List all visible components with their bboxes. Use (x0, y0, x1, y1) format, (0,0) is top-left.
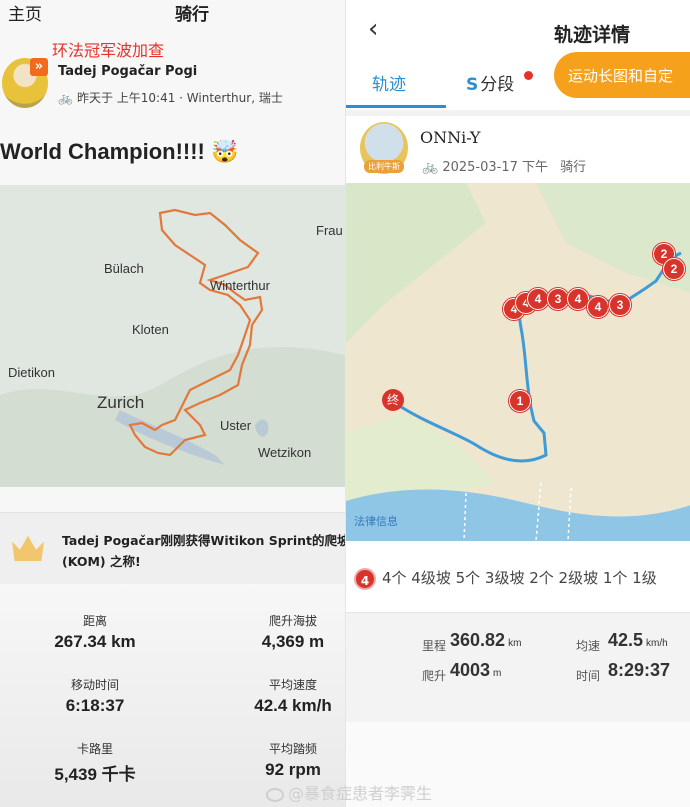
kom-text-line1: Tadej Pogačar刚刚获得Witikon Sprint的爬坡 (62, 533, 345, 548)
stat-value-avg-speed: 42.5 km/h (608, 630, 668, 651)
stat-label-time: 时间 (576, 669, 601, 683)
strava-chevron-icon: » (30, 58, 48, 76)
watermark-text: @暴食症患者李霁生 (288, 784, 433, 803)
track-map[interactable]: 终 法律信息 1444344322 (346, 183, 690, 541)
stat-value-cadence: 92 rpm (265, 760, 321, 779)
stat-value-climb: 4003 m (450, 660, 501, 681)
stat-label-calories: 卡路里 (76, 742, 113, 756)
stat-label-moving-time: 移动时间 (70, 678, 119, 692)
stat-label-climb: 爬升 (422, 669, 447, 683)
tab-underline (346, 105, 446, 108)
activity-meta: 🚲 昨天于 上午10:41 · Winterthur, 瑞士 (58, 89, 283, 106)
tab-track[interactable]: 轨迹 (372, 70, 406, 95)
tab-segments-label: 分段 (480, 75, 515, 95)
ride-type: 骑行 (560, 160, 587, 175)
avatar[interactable]: 比利牛斯 (360, 122, 408, 174)
tab-segments[interactable]: S 分段 (466, 70, 514, 95)
mileage-unit: km (508, 638, 522, 649)
climb-number: 4003 (450, 660, 491, 680)
page-title: 轨迹详情 (554, 24, 631, 46)
track-stats: 里程 360.82 km 均速 42.5 km/h 爬升 4003 m 时间 8:29… (346, 612, 690, 722)
climb-marker[interactable]: 1 (509, 390, 531, 412)
athlete-name[interactable]: Tadej Pogačar Pogi (58, 64, 197, 79)
activity-meta-text: 昨天于 上午10:41 · Winterthur, 瑞士 (76, 91, 283, 105)
avatar-badge: 比利牛斯 (364, 160, 404, 173)
stat-label-mileage: 里程 (422, 639, 447, 653)
divider (346, 110, 690, 116)
climb-marker[interactable]: 3 (609, 294, 631, 316)
headline-overlay: 环法冠军波加查 (52, 41, 165, 60)
stat-label-distance: 距离 (82, 614, 107, 628)
home-tab[interactable]: 主页 (8, 0, 42, 25)
stat-label-elevation: 爬升海拔 (268, 614, 317, 628)
bike-icon: 🚲 (58, 91, 73, 105)
map-label-bulach: Bülach (104, 261, 144, 276)
stat-label-avg-speed: 平均速度 (268, 678, 317, 692)
climb-summary: 4 4个 4级坡 5个 3级坡 2个 2级坡 1个 1级 (354, 567, 657, 590)
stat-value-distance: 267.34 km (54, 632, 136, 651)
left-header: 主页 骑行 (0, 0, 345, 26)
climb-marker[interactable]: 4 (527, 288, 549, 310)
map-label-wetzikon: Wetzikon (258, 445, 312, 460)
stat-value-moving-time: 6:18:37 (65, 696, 125, 715)
map-label-zurich: Zurich (97, 393, 145, 412)
map-label-uster: Uster (220, 418, 252, 433)
ride-meta: 🚲 2025-03-17 下午 骑行 (422, 156, 586, 175)
mileage-number: 360.82 (450, 630, 506, 650)
climb-summary-text: 4个 4级坡 5个 3级坡 2个 2级坡 1个 1级 (382, 569, 657, 587)
stat-value-elevation: 4,369 m (261, 632, 325, 651)
notification-dot (524, 71, 533, 80)
map-label-dietikon: Dietikon (8, 365, 55, 380)
stat-label-cadence: 平均踏频 (268, 742, 317, 756)
kom-text-line2: (KOM) 之称! (62, 554, 141, 569)
crown-icon (12, 535, 44, 561)
legal-info-link[interactable]: 法律信息 (354, 513, 398, 529)
map-label-winterthur: Winterthur (210, 278, 270, 293)
avg-speed-unit: km/h (646, 638, 668, 649)
bike-icon: 🚲 (422, 160, 439, 175)
stat-value-mileage: 360.82 km (450, 630, 521, 651)
climb-unit: m (493, 668, 502, 679)
climb-category-icon: 4 (354, 567, 376, 590)
weibo-watermark: @暴食症患者李霁生 (266, 780, 432, 804)
map-canvas (0, 185, 345, 487)
ride-date: 2025-03-17 下午 (442, 160, 549, 175)
activity-stats: 距离 267.34 km 爬升海拔 4,369 m 移动时间 6:18:37 平… (0, 584, 345, 807)
end-marker[interactable]: 终 (382, 389, 404, 411)
user-name[interactable]: ONNi-Y (420, 128, 480, 147)
segment-icon: S (466, 75, 479, 95)
strava-activity-panel: 主页 骑行 环法冠军波加查 » Tadej Pogačar Pogi 🚲 昨天于 … (0, 0, 345, 807)
stat-label-avg-speed: 均速 (576, 639, 601, 653)
activity-title: World Champion!!!! 🤯 (0, 139, 239, 164)
stat-value-calories: 5,439 千卡 (54, 765, 136, 784)
back-chevron-icon[interactable]: ‹ (368, 14, 378, 44)
track-detail-panel: ‹ 轨迹详情 轨迹 S 分段 运动长图和自定 比利牛斯 ONNi-Y 🚲 2025… (345, 0, 690, 807)
activity-map[interactable]: Frau Bülach Winterthur Kloten Dietikon Z… (0, 185, 345, 487)
climb-marker[interactable]: 3 (547, 288, 569, 310)
promo-button[interactable]: 运动长图和自定 (554, 52, 690, 98)
ride-title: 骑行 (175, 5, 209, 25)
climb-marker[interactable]: 4 (567, 288, 589, 310)
right-header: ‹ 轨迹详情 (346, 0, 690, 60)
stat-value-avg-speed: 42.4 km/h (254, 696, 332, 715)
map-label-frau: Frau (316, 223, 343, 238)
track-map-canvas (346, 183, 690, 541)
climb-marker[interactable]: 4 (587, 296, 609, 318)
weibo-icon (266, 787, 284, 802)
stat-value-time: 8:29:37 (608, 660, 671, 680)
kom-card[interactable]: Tadej Pogačar刚刚获得Witikon Sprint的爬坡 (KOM)… (0, 512, 345, 584)
map-label-kloten: Kloten (132, 322, 169, 337)
climb-marker[interactable]: 2 (663, 258, 685, 280)
avg-speed-number: 42.5 (608, 630, 644, 650)
